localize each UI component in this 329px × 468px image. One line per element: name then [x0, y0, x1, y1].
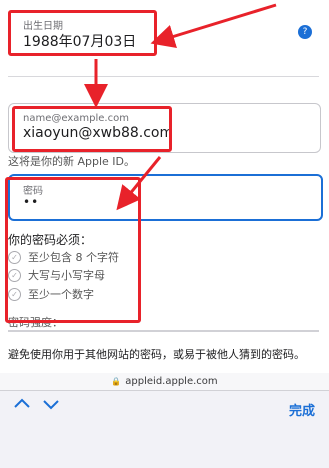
- annotation-arrows: [84, 3, 277, 211]
